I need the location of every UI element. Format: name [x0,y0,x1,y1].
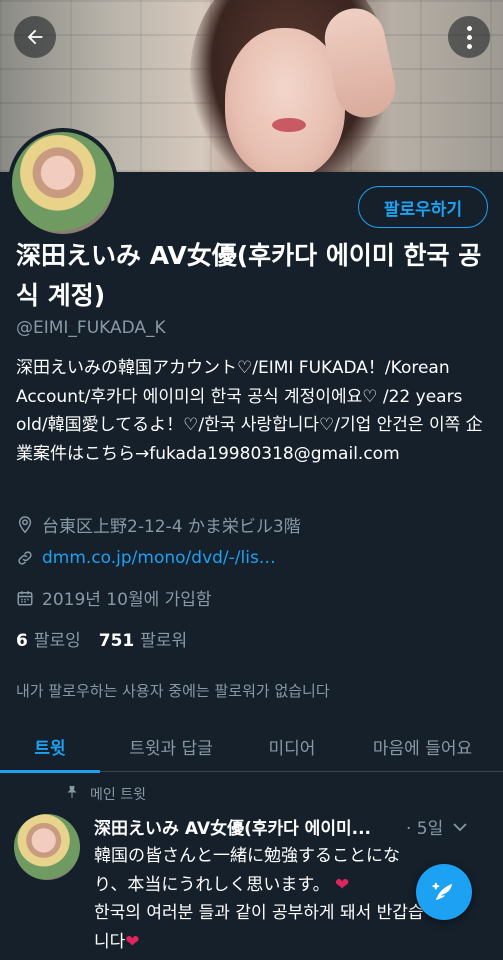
following-count-link[interactable]: 6 팔로잉 [16,626,81,651]
tweet-line-1: 韓国の皆さんと一緒に勉強することになり、本当にうれしく思います。 [94,846,400,895]
pin-icon [66,785,78,803]
compose-tweet-icon [432,882,453,901]
tab-tweets-and-replies[interactable]: 트윗과 답글 [100,720,242,772]
tweet-author-name[interactable]: 深田えいみ AV女優(후카다 에이미... [94,814,400,839]
pinned-label: 메인 트윗 [90,787,146,803]
followers-label: 팔로워 [140,631,188,651]
tab-media[interactable]: 미디어 [242,720,342,772]
link-icon [16,549,34,567]
tweet-line-2: 한국의 여러분 들과 같이 공부하게 돼서 반갑습니다 [94,903,424,952]
profile-location: 台東区上野2-12-4 かま栄ビル3階 [16,512,301,537]
followers-you-know-text: 내가 팔로우하는 사용자 중에는 팔로워가 없습니다 [16,682,330,700]
location-text: 台東区上野2-12-4 かま栄ビル3階 [42,517,301,537]
heart-emoji-icon: ❤ [329,874,350,895]
location-pin-icon [16,515,34,534]
link-text[interactable]: dmm.co.jp/mono/dvd/-/lis… [42,548,276,568]
back-button[interactable] [14,16,56,58]
tab-likes[interactable]: 마음에 들어요 [342,720,503,772]
profile-tabs: 트윗 트윗과 답글 미디어 마음에 들어요 [0,720,503,773]
heart-emoji-icon-2: ❤ [125,931,140,952]
banner-lips [272,118,306,132]
following-count: 6 [16,631,28,651]
follow-button[interactable]: 팔로우하기 [358,186,488,228]
profile-bio: 深田えいみの韓国アカウント♡/EIMI FUKADA！/Korean Accou… [16,358,483,464]
followers-count: 751 [98,631,135,651]
followers-count-link[interactable]: 751 팔로워 [99,626,187,651]
pinned-indicator: 메인 트윗 [66,784,146,804]
chevron-down-icon[interactable] [453,817,467,837]
compose-tweet-button[interactable] [416,864,472,920]
arrow-left-icon [27,29,43,45]
more-options-button[interactable] [448,16,490,58]
profile-name: 深田えいみ AV女優(후카다 에이미 한국 공식 계정) [16,241,482,310]
profile-link[interactable]: dmm.co.jp/mono/dvd/-/lis… [16,548,276,568]
joined-text: 2019년 10월에 가입함 [42,590,212,610]
profile-handle: @EIMI_FUKADA_K [16,318,166,338]
follow-counts: 6 팔로잉 751 팔로워 [16,626,187,651]
tweet-header: 深田えいみ AV女優(후카다 에이미... · 5일 [94,814,494,839]
tweet-text: 韓国の皆さんと一緒に勉強することになり、本当にうれしく思います。 ❤ 한국의 여… [94,842,424,956]
profile-joined-date: 2019년 10월에 가입함 [16,585,212,610]
profile-avatar[interactable] [8,128,118,238]
tab-tweets[interactable]: 트윗 [0,720,100,773]
following-label: 팔로잉 [33,631,81,651]
calendar-icon [16,589,34,607]
tweet-time[interactable]: · 5일 [406,814,443,839]
more-vertical-icon [466,25,472,49]
tweet-avatar[interactable] [14,814,80,880]
